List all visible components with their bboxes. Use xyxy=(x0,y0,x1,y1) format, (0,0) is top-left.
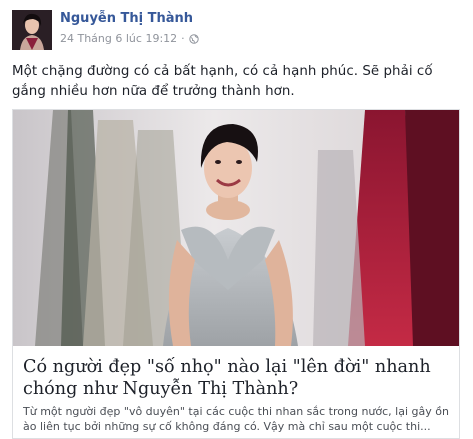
author-name-link[interactable]: Nguyễn Thị Thành xyxy=(60,11,193,26)
post-status-text: Một chặng đường có cả bất hạnh, có cả hạ… xyxy=(12,64,433,99)
link-preview-title[interactable]: Có người đẹp "số nhọ" nào lại "lên đời" … xyxy=(23,356,455,400)
post-timestamp[interactable]: 24 Tháng 6 lúc 19:12 xyxy=(60,32,177,45)
meta-separator: · xyxy=(181,32,185,45)
facebook-post: Nguyễn Thị Thành 24 Tháng 6 lúc 19:12 · … xyxy=(0,0,473,439)
globe-icon[interactable] xyxy=(188,33,199,44)
post-meta: 24 Tháng 6 lúc 19:12 · xyxy=(60,32,199,45)
author-avatar[interactable] xyxy=(12,10,52,50)
link-preview-image[interactable] xyxy=(13,110,459,346)
link-preview-card[interactable]: Có người đẹp "số nhọ" nào lại "lên đời" … xyxy=(12,109,460,439)
link-preview-description: Từ một người đẹp "vô duyên" tại các cuộc… xyxy=(23,405,449,433)
